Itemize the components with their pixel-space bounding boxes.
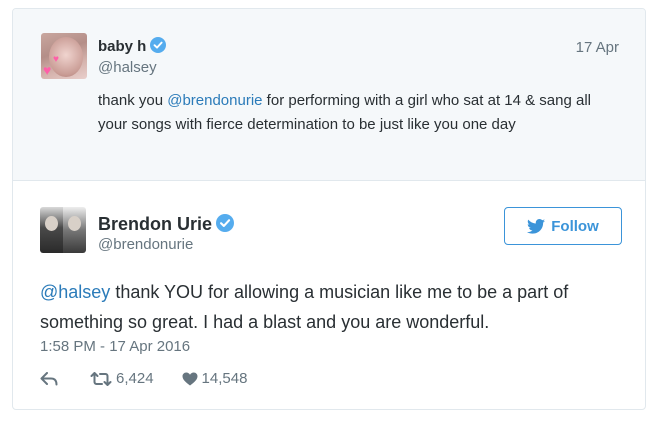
parent-text-before: thank you: [98, 92, 168, 109]
tweet-actions: 6,424 14,548: [40, 370, 247, 387]
parent-author-name[interactable]: baby h: [98, 37, 167, 55]
tweet-timestamp[interactable]: 1:58 PM - 17 Apr 2016: [40, 338, 190, 355]
parent-display-name[interactable]: baby h: [98, 38, 146, 55]
heart-icon: [182, 372, 198, 385]
parent-tweet-text: thank you @brendonurie for performing wi…: [98, 89, 618, 137]
like-count: 14,548: [201, 370, 248, 387]
embedded-tweet-card: ♥ ♥ baby h @halsey 17 Apr thank you @bre…: [12, 8, 646, 410]
mention-link-halsey[interactable]: @halsey: [40, 282, 110, 302]
verified-icon: [216, 214, 235, 232]
reply-text-after: thank YOU for allowing a musician like m…: [40, 282, 569, 332]
reply-display-name[interactable]: Brendon Urie: [98, 214, 212, 234]
retweet-button[interactable]: 6,424: [90, 370, 154, 387]
reply-handle[interactable]: @brendonurie: [98, 236, 193, 253]
verified-icon: [150, 37, 167, 53]
like-button[interactable]: 14,548: [182, 370, 248, 387]
reply-icon: [40, 371, 58, 385]
halsey-avatar[interactable]: ♥ ♥: [41, 33, 87, 79]
parent-handle[interactable]: @halsey: [98, 59, 157, 76]
twitter-bird-icon: [527, 218, 546, 234]
parent-tweet: ♥ ♥ baby h @halsey 17 Apr thank you @bre…: [13, 9, 645, 181]
follow-button[interactable]: Follow: [504, 207, 622, 245]
reply-author-name[interactable]: Brendon Urie: [98, 214, 235, 235]
brendon-avatar[interactable]: [40, 207, 86, 253]
follow-label: Follow: [551, 217, 599, 235]
retweet-icon: [90, 371, 112, 386]
retweet-count: 6,424: [116, 370, 154, 387]
mention-link-brendonurie[interactable]: @brendonurie: [167, 92, 262, 109]
parent-date[interactable]: 17 Apr: [576, 39, 619, 56]
reply-tweet-text: @halsey thank YOU for allowing a musicia…: [40, 277, 630, 337]
reply-button[interactable]: [40, 371, 58, 386]
